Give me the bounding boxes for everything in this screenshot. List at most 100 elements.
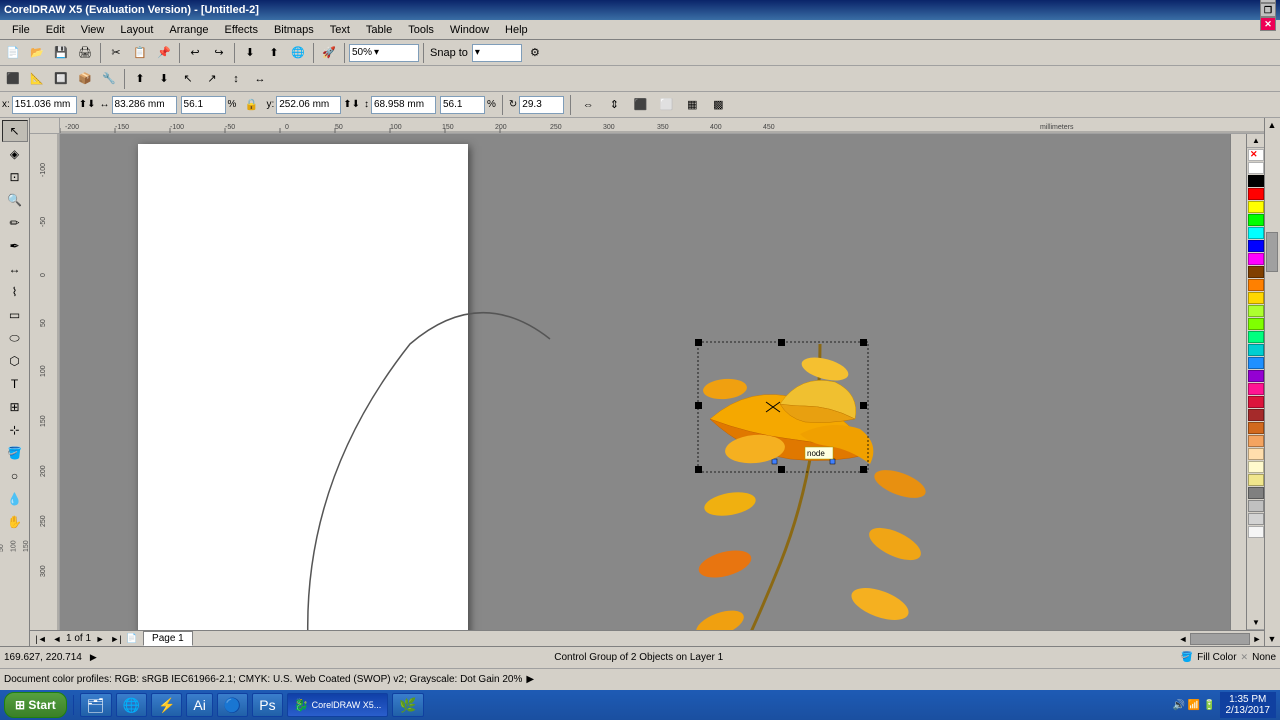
- undo-button[interactable]: ↩: [184, 42, 206, 64]
- text-tool[interactable]: T: [2, 373, 28, 395]
- prop-btn4[interactable]: ⬜: [655, 94, 677, 116]
- palette-down-arrow[interactable]: ▼: [1247, 616, 1264, 630]
- blue-swatch[interactable]: [1248, 240, 1264, 252]
- chartreuse-swatch[interactable]: [1248, 318, 1264, 330]
- violet-swatch[interactable]: [1248, 370, 1264, 382]
- chocolate-swatch[interactable]: [1248, 422, 1264, 434]
- dimension-tool[interactable]: ↔: [2, 258, 28, 280]
- start-button[interactable]: ⊞ Start: [4, 692, 67, 718]
- print-button[interactable]: 🖨: [74, 42, 96, 64]
- taskbar-chrome[interactable]: 🔵: [217, 693, 248, 717]
- h-scale-input[interactable]: [440, 96, 485, 114]
- mirror-h-button[interactable]: ⇔: [577, 94, 599, 116]
- dodgerblue-swatch[interactable]: [1248, 357, 1264, 369]
- tb2-btn11[interactable]: ↔: [249, 68, 271, 90]
- close-button[interactable]: ✕: [1260, 17, 1276, 31]
- hand-tool[interactable]: ✋: [2, 511, 28, 533]
- prop-btn6[interactable]: ▩: [707, 94, 729, 116]
- vscroll-up[interactable]: ▲: [1265, 118, 1279, 132]
- restore-button[interactable]: ❐: [1260, 3, 1276, 17]
- fill-tool[interactable]: 🪣: [2, 442, 28, 464]
- outline-tool[interactable]: ○: [2, 465, 28, 487]
- new-button[interactable]: 📄: [2, 42, 24, 64]
- navajowhite-swatch[interactable]: [1248, 448, 1264, 460]
- smart-draw-tool[interactable]: ✒: [2, 235, 28, 257]
- darkturquoise-swatch[interactable]: [1248, 344, 1264, 356]
- none-swatch[interactable]: ✕: [1248, 149, 1264, 161]
- tb2-btn8[interactable]: ↖: [177, 68, 199, 90]
- zoom-dropdown[interactable]: 50% ▾: [349, 44, 419, 62]
- x-input[interactable]: [12, 96, 77, 114]
- taskbar-photoshop[interactable]: Ps: [252, 693, 282, 717]
- ellipse-tool[interactable]: ⬭: [2, 327, 28, 349]
- menu-bitmaps[interactable]: Bitmaps: [266, 22, 322, 38]
- poly-tool[interactable]: ⬡: [2, 350, 28, 372]
- export-button[interactable]: ⬆: [263, 42, 285, 64]
- canvas-area[interactable]: node: [60, 134, 1246, 630]
- menu-table[interactable]: Table: [358, 22, 400, 38]
- menu-help[interactable]: Help: [497, 22, 536, 38]
- open-button[interactable]: 📂: [26, 42, 48, 64]
- brown2-swatch[interactable]: [1248, 409, 1264, 421]
- prop-btn5[interactable]: ▦: [681, 94, 703, 116]
- page-first-btn[interactable]: |◄: [34, 632, 48, 646]
- menu-arrange[interactable]: Arrange: [161, 22, 216, 38]
- h-input[interactable]: [371, 96, 436, 114]
- menu-layout[interactable]: Layout: [112, 22, 161, 38]
- sandybrown-swatch[interactable]: [1248, 435, 1264, 447]
- tb2-btn7[interactable]: ⬇: [153, 68, 175, 90]
- taskbar-ie[interactable]: 🌐: [116, 693, 147, 717]
- rotation-input[interactable]: [519, 96, 564, 114]
- menu-text[interactable]: Text: [322, 22, 358, 38]
- tb2-btn2[interactable]: 📐: [26, 68, 48, 90]
- tb2-btn6[interactable]: ⬆: [129, 68, 151, 90]
- table-tool[interactable]: ⊞: [2, 396, 28, 418]
- deeppink-swatch[interactable]: [1248, 383, 1264, 395]
- y-input[interactable]: [276, 96, 341, 114]
- snap-settings[interactable]: ⚙: [524, 42, 546, 64]
- page-last-btn[interactable]: ►|: [109, 632, 123, 646]
- crop-tool[interactable]: ⊡: [2, 166, 28, 188]
- color-profile-expand[interactable]: ▶: [526, 674, 534, 685]
- palette-up-arrow[interactable]: ▲: [1247, 134, 1264, 148]
- w-scale-input[interactable]: [181, 96, 226, 114]
- taskbar-corel2[interactable]: 🌿: [392, 693, 423, 717]
- page-next-btn[interactable]: ►: [93, 632, 107, 646]
- w-input[interactable]: [112, 96, 177, 114]
- tb2-btn10[interactable]: ↕: [225, 68, 247, 90]
- yellowgreen-swatch[interactable]: [1248, 305, 1264, 317]
- menu-window[interactable]: Window: [442, 22, 497, 38]
- black-swatch[interactable]: [1248, 175, 1264, 187]
- taskbar-explorer[interactable]: 🗂: [80, 693, 112, 717]
- lock-ratio-button[interactable]: 🔒: [240, 94, 262, 116]
- freehand-tool[interactable]: ✏: [2, 212, 28, 234]
- copy-button[interactable]: 📋: [129, 42, 151, 64]
- taskbar-coreldraw[interactable]: 🐉 CorelDRAW X5...: [287, 693, 389, 717]
- mirror-v-button[interactable]: ⇕: [603, 94, 625, 116]
- taskbar-illustrator[interactable]: Ai: [186, 693, 212, 717]
- zoom-tool[interactable]: 🔍: [2, 189, 28, 211]
- yellow-swatch[interactable]: [1248, 201, 1264, 213]
- whitesmoke-swatch[interactable]: [1248, 526, 1264, 538]
- vscroll-down[interactable]: ▼: [1265, 632, 1279, 646]
- menu-effects[interactable]: Effects: [217, 22, 266, 38]
- cut-button[interactable]: ✂: [105, 42, 127, 64]
- add-page-btn[interactable]: 📄: [125, 632, 139, 646]
- corel-app-launch[interactable]: 🚀: [318, 42, 340, 64]
- eyedrop-tool[interactable]: 💧: [2, 488, 28, 510]
- select-tool[interactable]: ↖: [2, 120, 28, 142]
- gray-swatch[interactable]: [1248, 487, 1264, 499]
- menu-edit[interactable]: Edit: [38, 22, 73, 38]
- springgreen-swatch[interactable]: [1248, 331, 1264, 343]
- import-button[interactable]: ⬇: [239, 42, 261, 64]
- redo-button[interactable]: ↪: [208, 42, 230, 64]
- tb2-btn3[interactable]: 🔲: [50, 68, 72, 90]
- vscroll-track[interactable]: [1265, 132, 1280, 632]
- taskbar-flash[interactable]: ⚡: [151, 693, 182, 717]
- lemonchiffon-swatch[interactable]: [1248, 461, 1264, 473]
- silver-swatch[interactable]: [1248, 500, 1264, 512]
- rect-tool[interactable]: ▭: [2, 304, 28, 326]
- menu-tools[interactable]: Tools: [400, 22, 442, 38]
- gold-swatch[interactable]: [1248, 292, 1264, 304]
- save-button[interactable]: 💾: [50, 42, 72, 64]
